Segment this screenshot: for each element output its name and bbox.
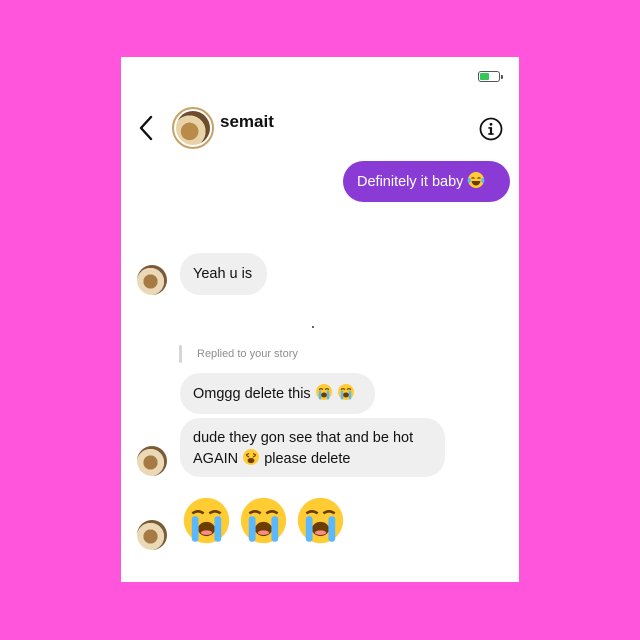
loudly-crying-emoji bbox=[297, 497, 344, 544]
loudly-crying-emoji bbox=[337, 384, 354, 400]
received-message-text: dude they gon see that and be hot bbox=[193, 430, 414, 446]
tears-of-joy-emoji bbox=[468, 172, 485, 188]
loudly-crying-emoji bbox=[240, 497, 287, 544]
received-message[interactable]: dude they gon see that and be hot AGAIN … bbox=[180, 418, 445, 477]
story-reply-label[interactable]: Replied to your story bbox=[197, 348, 298, 360]
received-message-text: please delete bbox=[264, 451, 351, 467]
contact-username[interactable]: semait bbox=[220, 112, 274, 132]
received-message-text: Yeah u is bbox=[193, 266, 253, 282]
reply-indicator-bar bbox=[179, 345, 182, 363]
chevron-left-icon[interactable] bbox=[135, 113, 157, 143]
loudly-crying-emoji bbox=[315, 384, 332, 400]
loudly-crying-emoji bbox=[183, 497, 230, 544]
contact-avatar-small[interactable] bbox=[137, 520, 167, 550]
weary-face-emoji bbox=[243, 449, 260, 465]
received-message-text: Omggg delete this bbox=[193, 386, 311, 402]
battery-tip bbox=[501, 75, 503, 79]
contact-avatar[interactable] bbox=[172, 107, 214, 149]
received-message[interactable]: Omggg delete this bbox=[180, 373, 375, 414]
sent-message-text: Definitely it baby bbox=[357, 174, 464, 190]
info-icon[interactable] bbox=[479, 117, 503, 141]
contact-avatar-small[interactable] bbox=[137, 446, 167, 476]
sent-message[interactable]: Definitely it baby bbox=[343, 161, 510, 202]
battery-icon bbox=[478, 71, 500, 82]
emoji-message[interactable] bbox=[181, 495, 346, 546]
received-message[interactable]: Yeah u is bbox=[180, 253, 267, 295]
dm-screen: semait Definitely it baby Yeah u is Repl… bbox=[121, 57, 519, 582]
received-message-text: AGAIN bbox=[193, 451, 239, 467]
contact-avatar-small[interactable] bbox=[137, 265, 167, 295]
divider-dot bbox=[312, 326, 314, 328]
